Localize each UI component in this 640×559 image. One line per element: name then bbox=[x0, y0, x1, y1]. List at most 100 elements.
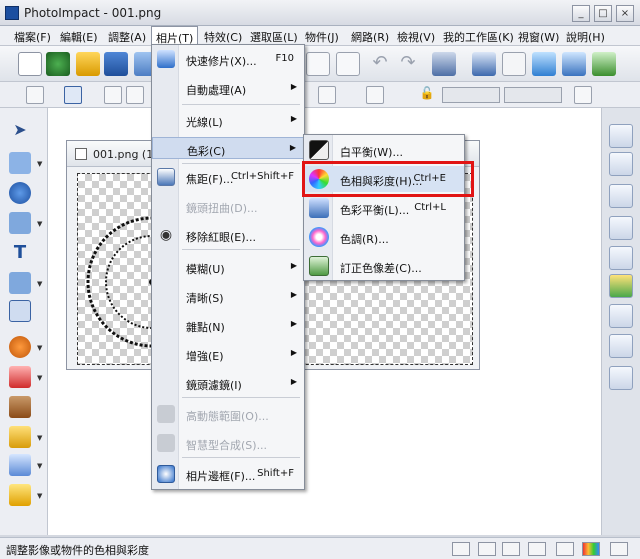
play-panel-icon[interactable] bbox=[609, 304, 633, 328]
brush-tool-icon[interactable] bbox=[9, 366, 31, 388]
menu-item-smart-merge[interactable]: 智慧型合成(S)... bbox=[152, 432, 304, 454]
paste-icon[interactable] bbox=[336, 52, 360, 76]
pointer-tool-icon[interactable]: ➤ bbox=[9, 120, 31, 142]
menu-photo[interactable]: 相片(T) bbox=[151, 26, 199, 46]
menu-item-lens-distortion[interactable]: 鏡頭扭曲(D)... bbox=[152, 195, 304, 217]
rotate-icon[interactable] bbox=[318, 86, 336, 104]
height-combo[interactable] bbox=[504, 87, 562, 103]
menu-item-white-balance[interactable]: 白平衡(W)... bbox=[304, 137, 464, 163]
menu-item-lens-filter[interactable]: 鏡頭濾鏡(I) ▶ bbox=[152, 372, 304, 394]
transform-icon[interactable] bbox=[64, 86, 82, 104]
redo-icon[interactable]: ↷ bbox=[396, 52, 420, 76]
ruler-icon[interactable] bbox=[502, 542, 520, 556]
histogram-panel-icon[interactable] bbox=[609, 366, 633, 390]
menu-object[interactable]: 物件(J) bbox=[305, 29, 339, 45]
menu-effect[interactable]: 特效(C) bbox=[204, 29, 242, 45]
globe-icon[interactable] bbox=[46, 52, 70, 76]
width-combo[interactable] bbox=[442, 87, 500, 103]
status-text: 調整影像或物件的色相與彩度 bbox=[6, 544, 149, 557]
undo-icon[interactable]: ↶ bbox=[368, 52, 392, 76]
chevron-down-icon[interactable]: ▼ bbox=[37, 434, 42, 442]
info-icon[interactable] bbox=[610, 542, 628, 556]
grid-icon[interactable] bbox=[478, 542, 496, 556]
magic-wand-icon[interactable] bbox=[532, 52, 556, 76]
histogram-icon[interactable] bbox=[556, 542, 574, 556]
panel-manager-icon[interactable] bbox=[609, 124, 633, 148]
bucket-tool-icon[interactable] bbox=[9, 484, 31, 506]
selection-tool-icon[interactable] bbox=[9, 152, 31, 174]
new-icon[interactable] bbox=[18, 52, 42, 76]
chevron-down-icon[interactable]: ▼ bbox=[37, 280, 42, 288]
main-toolbar: ↶ ↷ bbox=[0, 46, 640, 82]
menu-item-sharpen[interactable]: 清晰(S) ▶ bbox=[152, 285, 304, 307]
layer-panel-icon[interactable] bbox=[609, 152, 633, 176]
chevron-down-icon[interactable]: ▼ bbox=[37, 160, 42, 168]
menu-file[interactable]: 檔案(F) bbox=[14, 29, 51, 45]
save-icon[interactable] bbox=[104, 52, 128, 76]
copy-icon[interactable] bbox=[306, 52, 330, 76]
menu-item-blur[interactable]: 模糊(U) ▶ bbox=[152, 256, 304, 278]
align-center-icon[interactable] bbox=[126, 86, 144, 104]
menu-selection[interactable]: 選取區(L) bbox=[250, 29, 298, 45]
menu-item-quick-fix[interactable]: 快速修片(X)... F10 bbox=[152, 48, 304, 70]
chevron-down-icon[interactable]: ▼ bbox=[37, 462, 42, 470]
title-bar: PhotoImpact - 001.png _ □ × bbox=[0, 0, 640, 26]
chevron-down-icon[interactable]: ▼ bbox=[37, 492, 42, 500]
menu-web[interactable]: 網路(R) bbox=[351, 29, 389, 45]
shape-tool-icon[interactable] bbox=[9, 212, 31, 234]
frame-icon[interactable] bbox=[502, 52, 526, 76]
object-panel-icon[interactable] bbox=[609, 216, 633, 240]
menu-item-hdr[interactable]: 高動態範圍(O)... bbox=[152, 403, 304, 425]
lock-icon[interactable]: 🔓 bbox=[418, 86, 436, 104]
open-folder-icon[interactable] bbox=[76, 52, 100, 76]
stamp-tool-icon[interactable] bbox=[9, 396, 31, 418]
menu-item-chromatic-aberration[interactable]: 訂正色像差(C)... bbox=[304, 253, 464, 279]
menu-item-color[interactable]: 色彩(C) ▶ bbox=[152, 137, 304, 159]
maximize-button[interactable]: □ bbox=[594, 5, 612, 22]
document-panel-icon[interactable] bbox=[609, 246, 633, 270]
album-panel-icon[interactable] bbox=[609, 334, 633, 358]
menu-item-auto-process[interactable]: 自動處理(A) ▶ bbox=[152, 77, 304, 99]
transform-tool-icon[interactable] bbox=[9, 300, 31, 322]
menu-help[interactable]: 說明(H) bbox=[566, 29, 605, 45]
paint-tool-icon[interactable] bbox=[9, 336, 31, 358]
crop-icon[interactable] bbox=[366, 86, 384, 104]
print-icon[interactable] bbox=[432, 52, 456, 76]
fill-tool-icon[interactable] bbox=[9, 426, 31, 448]
text-tool-icon[interactable]: T bbox=[9, 242, 31, 264]
eraser-tool-icon[interactable] bbox=[9, 454, 31, 476]
menu-edit[interactable]: 編輯(E) bbox=[60, 29, 98, 45]
chevron-down-icon[interactable]: ▼ bbox=[37, 344, 42, 352]
menu-item-tone[interactable]: 色調(R)... bbox=[304, 224, 464, 250]
menu-adjust[interactable]: 調整(A) bbox=[108, 29, 146, 45]
menu-view[interactable]: 檢視(V) bbox=[397, 29, 435, 45]
rgb-icon[interactable] bbox=[582, 542, 600, 556]
crop-tool-icon[interactable] bbox=[9, 272, 31, 294]
window-title: PhotoImpact - 001.png bbox=[24, 6, 162, 20]
align-left-icon[interactable] bbox=[104, 86, 122, 104]
share-icon[interactable] bbox=[592, 52, 616, 76]
menu-item-focus[interactable]: 焦距(F)... Ctrl+Shift+F bbox=[152, 166, 304, 188]
easy-palette-icon[interactable] bbox=[609, 184, 633, 208]
fit-icon[interactable] bbox=[528, 542, 546, 556]
menu-item-noise[interactable]: 雜點(N) ▶ bbox=[152, 314, 304, 336]
color-palette-icon[interactable] bbox=[609, 274, 633, 298]
close-button[interactable]: × bbox=[616, 5, 634, 22]
object-tool-icon[interactable] bbox=[9, 182, 31, 204]
minimize-button[interactable]: _ bbox=[572, 5, 590, 22]
menu-separator bbox=[182, 249, 300, 250]
menu-item-color-balance[interactable]: 色彩平衡(L)... Ctrl+L bbox=[304, 195, 464, 221]
grid-options-icon[interactable] bbox=[574, 86, 592, 104]
menu-window[interactable]: 視窗(W) bbox=[518, 29, 559, 45]
camera-icon[interactable] bbox=[472, 52, 496, 76]
photo-view-icon[interactable] bbox=[562, 52, 586, 76]
grid-select-icon[interactable] bbox=[26, 86, 44, 104]
menu-workspace[interactable]: 我的工作區(K) bbox=[443, 29, 514, 45]
menu-item-photo-frame[interactable]: 相片邊框(F)... Shift+F bbox=[152, 463, 304, 485]
menu-item-enhance[interactable]: 增強(E) ▶ bbox=[152, 343, 304, 365]
menu-item-red-eye[interactable]: ◉ 移除紅眼(E)... bbox=[152, 224, 304, 246]
chevron-down-icon[interactable]: ▼ bbox=[37, 374, 42, 382]
chevron-down-icon[interactable]: ▼ bbox=[37, 220, 42, 228]
glasses-icon[interactable] bbox=[452, 542, 470, 556]
menu-item-light[interactable]: 光線(L) ▶ bbox=[152, 109, 304, 131]
